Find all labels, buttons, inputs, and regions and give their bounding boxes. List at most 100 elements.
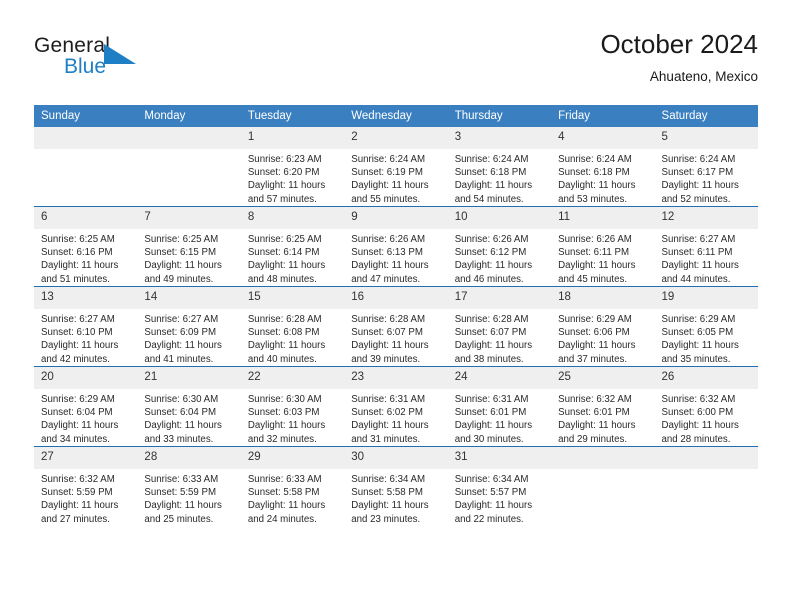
daylight-duration-line1: Daylight: 11 hours [247, 500, 326, 512]
calendar-day-cell[interactable]: 9 Sunrise: 6:26 AM Sunset: 6:13 PM Daylight… [344, 206, 448, 287]
sunrise-time: Sunrise: 6:28 AM [351, 314, 426, 325]
calendar-day-cell[interactable]: 31 Sunrise: 6:34 AM Sunset: 5:57 PM Dayligh… [447, 446, 552, 526]
calendar-day-cell[interactable]: 27 Sunrise: 6:32 AM Sunset: 5:59 PM Dayligh… [34, 446, 138, 526]
sunset-time: Sunset: 5:59 PM [41, 487, 113, 499]
calendar-day-cell[interactable]: 2 Sunrise: 6:24 AM Sunset: 6:19 PM Daylight… [344, 127, 448, 207]
day-number: 14 [137, 287, 241, 309]
calendar-day-cell[interactable]: 24 Sunrise: 6:31 AM Sunset: 6:01 PM Dayligh… [447, 366, 552, 447]
sunrise-time: Sunrise: 6:25 AM [247, 234, 322, 245]
calendar-day-cell[interactable]: 21 Sunrise: 6:30 AM Sunset: 6:04 PM Dayligh… [137, 366, 241, 447]
sunset-time: Sunset: 6:13 PM [351, 247, 423, 259]
daylight-duration-line2: and 45 minutes. [558, 273, 628, 285]
sunrise-time: Sunrise: 6:31 AM [351, 394, 426, 405]
weekday-header-wednesday: Wednesday [344, 105, 448, 127]
day-number: 26 [654, 367, 758, 389]
day-number: 7 [137, 207, 241, 229]
calendar-day-cell[interactable]: 15 Sunrise: 6:28 AM Sunset: 6:08 PM Dayligh… [240, 286, 345, 367]
sunset-time: Sunset: 6:15 PM [144, 247, 217, 259]
day-number: 23 [344, 367, 448, 389]
title-block: October 2024 Ahuateno, Mexico [600, 28, 758, 87]
sunrise-time: Sunrise: 6:27 AM [144, 314, 219, 325]
sunrise-time: Sunrise: 6:30 AM [247, 394, 322, 405]
calendar-day-cell[interactable]: 17 Sunrise: 6:28 AM Sunset: 6:07 PM Dayligh… [447, 286, 552, 367]
calendar-day-cell[interactable]: 10 Sunrise: 6:26 AM Sunset: 6:12 PM Dayligh… [447, 206, 552, 287]
weekday-header-tuesday: Tuesday [240, 105, 345, 127]
calendar-day-cell[interactable]: 11 Sunrise: 6:26 AM Sunset: 6:11 PM Dayligh… [551, 206, 655, 287]
daylight-duration-line1: Daylight: 11 hours [558, 340, 636, 352]
sunrise-time: Sunrise: 6:34 AM [454, 474, 529, 485]
calendar-day-cell[interactable]: 22 Sunrise: 6:30 AM Sunset: 6:03 PM Dayligh… [240, 366, 345, 447]
calendar-day-cell[interactable]: 12 Sunrise: 6:27 AM Sunset: 6:11 PM Dayligh… [654, 206, 758, 287]
daylight-duration-line2: and 44 minutes. [661, 273, 731, 285]
daylight-duration-line1: Daylight: 11 hours [661, 260, 739, 272]
day-number: 11 [551, 207, 655, 229]
daylight-duration-line2: and 27 minutes. [41, 513, 110, 525]
day-number: 20 [34, 367, 138, 389]
daylight-duration-line2: and 32 minutes. [247, 433, 317, 445]
day-sun-info: Sunrise: 6:28 AM Sunset: 6:07 PM Daylight:… [448, 309, 551, 366]
day-sun-info: Sunrise: 6:31 AM Sunset: 6:02 PM Daylight:… [344, 389, 447, 446]
calendar-day-cell[interactable]: 8 Sunrise: 6:25 AM Sunset: 6:14 PM Daylight… [240, 206, 345, 287]
calendar-day-cell[interactable]: 25 Sunrise: 6:32 AM Sunset: 6:01 PM Dayligh… [551, 366, 655, 447]
day-sun-info: Sunrise: 6:32 AM Sunset: 6:01 PM Daylight:… [551, 389, 654, 446]
day-number: 1 [240, 127, 345, 149]
sunrise-time: Sunrise: 6:23 AM [247, 154, 322, 165]
calendar-day-cell[interactable]: 6 Sunrise: 6:25 AM Sunset: 6:16 PM Daylight… [34, 206, 138, 287]
daylight-duration-line1: Daylight: 11 hours [454, 420, 533, 432]
day-number: 25 [551, 367, 655, 389]
day-sun-info: Sunrise: 6:33 AM Sunset: 5:58 PM Daylight:… [241, 469, 344, 526]
calendar-day-cell[interactable]: 5 Sunrise: 6:24 AM Sunset: 6:17 PM Daylight… [654, 127, 758, 207]
sunrise-time: Sunrise: 6:29 AM [558, 314, 632, 325]
sunset-time: Sunset: 5:57 PM [454, 487, 527, 499]
sunset-time: Sunset: 6:20 PM [247, 167, 320, 179]
day-number: 17 [447, 287, 552, 309]
day-number: 13 [34, 287, 138, 309]
sunset-time: Sunset: 6:18 PM [454, 167, 527, 179]
sunset-time: Sunset: 5:58 PM [351, 487, 423, 499]
calendar-day-cell[interactable]: 20 Sunrise: 6:29 AM Sunset: 6:04 PM Dayligh… [34, 366, 138, 447]
daylight-duration-line2: and 51 minutes. [41, 273, 110, 285]
calendar-day-cell[interactable]: 26 Sunrise: 6:32 AM Sunset: 6:00 PM Dayligh… [654, 366, 758, 447]
sunset-time: Sunset: 6:06 PM [558, 327, 630, 339]
calendar-day-cell[interactable]: 29 Sunrise: 6:33 AM Sunset: 5:58 PM Dayligh… [240, 446, 345, 526]
calendar-day-cell[interactable]: 16 Sunrise: 6:28 AM Sunset: 6:07 PM Dayligh… [344, 286, 448, 367]
sunrise-time: Sunrise: 6:30 AM [144, 394, 219, 405]
day-sun-info: Sunrise: 6:25 AM Sunset: 6:15 PM Daylight:… [137, 229, 240, 286]
daylight-duration-line2: and 57 minutes. [247, 193, 317, 205]
calendar-week-row: 1 Sunrise: 6:23 AM Sunset: 6:20 PM Daylight… [34, 127, 758, 207]
day-number: 6 [34, 207, 138, 229]
day-sun-info: Sunrise: 6:24 AM Sunset: 6:18 PM Daylight:… [448, 149, 551, 206]
daylight-duration-line2: and 37 minutes. [558, 353, 628, 365]
calendar-day-cell[interactable]: 19 Sunrise: 6:29 AM Sunset: 6:05 PM Dayligh… [654, 286, 758, 367]
daylight-duration-line2: and 49 minutes. [144, 273, 214, 285]
calendar-day-cell[interactable]: 13 Sunrise: 6:27 AM Sunset: 6:10 PM Dayligh… [34, 286, 138, 367]
calendar-day-cell[interactable]: 28 Sunrise: 6:33 AM Sunset: 5:59 PM Dayligh… [137, 446, 241, 526]
sunrise-time: Sunrise: 6:26 AM [454, 234, 529, 245]
calendar-day-cell[interactable]: 30 Sunrise: 6:34 AM Sunset: 5:58 PM Dayligh… [344, 446, 448, 526]
calendar-grid: Sunday Monday Tuesday Wednesday Thursday… [34, 105, 758, 526]
calendar-week-row: 13 Sunrise: 6:27 AM Sunset: 6:10 PM Dayligh… [34, 286, 758, 367]
day-sun-info: Sunrise: 6:26 AM Sunset: 6:13 PM Daylight:… [344, 229, 447, 286]
sunset-time: Sunset: 6:12 PM [454, 247, 527, 259]
day-sun-info: Sunrise: 6:34 AM Sunset: 5:57 PM Daylight:… [448, 469, 551, 526]
calendar-day-cell[interactable]: 4 Sunrise: 6:24 AM Sunset: 6:18 PM Daylight… [551, 127, 655, 207]
calendar-day-cell[interactable]: 18 Sunrise: 6:29 AM Sunset: 6:06 PM Dayligh… [551, 286, 655, 367]
calendar-day-cell[interactable]: 7 Sunrise: 6:25 AM Sunset: 6:15 PM Daylight… [137, 206, 241, 287]
calendar-day-cell[interactable]: 23 Sunrise: 6:31 AM Sunset: 6:02 PM Dayligh… [344, 366, 448, 447]
daylight-duration-line2: and 25 minutes. [144, 513, 214, 525]
day-sun-info: Sunrise: 6:32 AM Sunset: 5:59 PM Daylight:… [34, 469, 137, 526]
sunrise-time: Sunrise: 6:29 AM [41, 394, 115, 405]
general-blue-logo[interactable]: General Blue [34, 34, 204, 92]
day-sun-info: Sunrise: 6:27 AM Sunset: 6:09 PM Daylight:… [137, 309, 240, 366]
day-number: 22 [240, 367, 345, 389]
weekday-header-thursday: Thursday [447, 105, 552, 127]
day-number: 29 [240, 447, 345, 469]
calendar-week-row: 27 Sunrise: 6:32 AM Sunset: 5:59 PM Dayligh… [34, 446, 758, 526]
calendar-day-cell[interactable]: 1 Sunrise: 6:23 AM Sunset: 6:20 PM Daylight… [240, 127, 345, 207]
calendar-day-cell[interactable]: 3 Sunrise: 6:24 AM Sunset: 6:18 PM Daylight… [447, 127, 552, 207]
calendar-day-cell[interactable]: 14 Sunrise: 6:27 AM Sunset: 6:09 PM Dayligh… [137, 286, 241, 367]
daylight-duration-line2: and 47 minutes. [351, 273, 421, 285]
day-number: 24 [447, 367, 552, 389]
daylight-duration-line1: Daylight: 11 hours [454, 500, 533, 512]
daylight-duration-line1: Daylight: 11 hours [41, 420, 119, 432]
